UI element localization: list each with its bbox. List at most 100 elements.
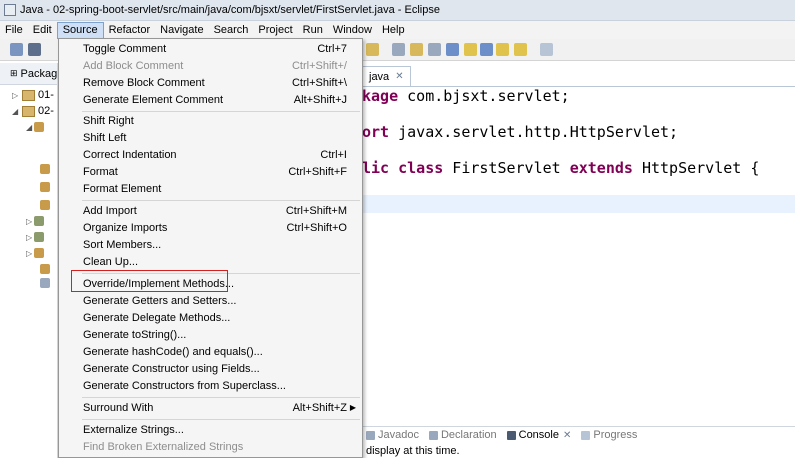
menu-item-generate-tostring[interactable]: Generate toString()... bbox=[60, 326, 361, 343]
package-explorer-tab[interactable]: ⊞ Packag bbox=[0, 63, 57, 85]
back-icon[interactable] bbox=[496, 43, 509, 56]
menu-item-organize-imports[interactable]: Organize Imports Ctrl+Shift+O bbox=[60, 219, 361, 236]
annotation-icon[interactable] bbox=[428, 43, 441, 56]
menu-item-label: Add Block Comment bbox=[83, 59, 184, 72]
menu-window[interactable]: Window bbox=[328, 22, 377, 39]
menu-item-label: Shift Left bbox=[83, 131, 127, 144]
close-icon[interactable]: ✕ bbox=[563, 430, 571, 441]
tree-item-folder[interactable]: ◢ bbox=[26, 119, 44, 135]
menu-run[interactable]: Run bbox=[298, 22, 328, 39]
progress-icon bbox=[581, 430, 591, 440]
menu-edit[interactable]: Edit bbox=[28, 22, 57, 39]
menu-file[interactable]: File bbox=[0, 22, 28, 39]
tree-item-package[interactable] bbox=[40, 197, 50, 213]
tree-item-project-01[interactable]: ▷ 01- bbox=[12, 87, 54, 103]
pin-icon[interactable] bbox=[540, 43, 553, 56]
menu-item-generate-delegate-methods[interactable]: Generate Delegate Methods... bbox=[60, 309, 361, 326]
menu-navigate[interactable]: Navigate bbox=[155, 22, 208, 39]
forward-icon[interactable] bbox=[514, 43, 527, 56]
menu-item-shortcut: Ctrl+Shift+F bbox=[288, 165, 347, 178]
menu-item-shift-left[interactable]: Shift Left bbox=[60, 129, 361, 146]
package-icon bbox=[40, 200, 50, 210]
package-explorer-label: Packag bbox=[20, 67, 57, 80]
toggle-mark-icon[interactable] bbox=[392, 43, 405, 56]
menu-project[interactable]: Project bbox=[253, 22, 297, 39]
menu-item-format[interactable]: Format Ctrl+Shift+F bbox=[60, 163, 361, 180]
tree-item-folder[interactable]: ▷ bbox=[26, 245, 44, 261]
tab-console[interactable]: Console ✕ bbox=[506, 429, 571, 441]
menu-source[interactable]: Source bbox=[56, 21, 104, 39]
menu-item-label: Correct Indentation bbox=[83, 148, 177, 161]
last-edit-icon[interactable] bbox=[480, 43, 493, 56]
menu-item-surround-with[interactable]: Surround With Alt+Shift+Z ▶ bbox=[60, 399, 361, 416]
tree-item-package[interactable] bbox=[40, 179, 50, 195]
menu-item-generate-element-comment[interactable]: Generate Element Comment Alt+Shift+J bbox=[60, 91, 361, 108]
menu-item-shift-right[interactable]: Shift Right bbox=[60, 112, 361, 129]
close-icon[interactable]: ✕ bbox=[395, 71, 403, 82]
menu-item-label: Generate toString()... bbox=[83, 328, 187, 341]
menu-item-generate-getters-setters[interactable]: Generate Getters and Setters... bbox=[60, 292, 361, 309]
editor-tab[interactable]: java ✕ bbox=[362, 66, 411, 86]
menu-item-generate-hashcode-equals[interactable]: Generate hashCode() and equals()... bbox=[60, 343, 361, 360]
menu-separator bbox=[82, 397, 360, 398]
menu-item-label: Generate Element Comment bbox=[83, 93, 224, 106]
menu-item-generate-constructors-superclass[interactable]: Generate Constructors from Superclass... bbox=[60, 377, 361, 394]
menu-item-label: Generate Getters and Setters... bbox=[83, 294, 237, 307]
new-icon[interactable] bbox=[10, 43, 23, 56]
tree-item-package[interactable] bbox=[40, 161, 50, 177]
code-keyword: kage bbox=[362, 87, 399, 105]
menu-separator bbox=[82, 200, 360, 201]
tree-item-library[interactable]: ▷ bbox=[26, 229, 44, 245]
expand-icon: ▷ bbox=[26, 216, 33, 226]
editor-area[interactable]: java ✕ kage com.bjsxt.servlet; ort javax… bbox=[362, 63, 795, 426]
menu-item-label: Remove Block Comment bbox=[83, 76, 205, 89]
editor-tab-label: java bbox=[369, 70, 390, 83]
tree-item-label: 02- bbox=[38, 105, 54, 117]
menu-item-shortcut: Alt+Shift+J bbox=[293, 93, 347, 106]
menu-item-label: Generate Delegate Methods... bbox=[83, 311, 231, 324]
menu-item-label: Surround With bbox=[83, 401, 154, 414]
menu-item-generate-constructor-fields[interactable]: Generate Constructor using Fields... bbox=[60, 360, 361, 377]
open-task-icon[interactable] bbox=[410, 43, 423, 56]
menu-item-clean-up[interactable]: Clean Up... bbox=[60, 253, 361, 270]
open-type-icon[interactable] bbox=[366, 43, 379, 56]
folder-icon bbox=[40, 264, 50, 274]
menu-item-label: Generate Constructors from Superclass... bbox=[83, 379, 286, 392]
tree-item-label: 01- bbox=[38, 89, 54, 101]
folder-icon bbox=[34, 248, 44, 258]
menu-item-add-import[interactable]: Add Import Ctrl+Shift+M bbox=[60, 202, 361, 219]
menu-item-label: Clean Up... bbox=[83, 255, 139, 268]
expand-icon: ▷ bbox=[12, 90, 19, 100]
menu-item-sort-members[interactable]: Sort Members... bbox=[60, 236, 361, 253]
tree-item-library[interactable]: ▷ bbox=[26, 213, 44, 229]
tree-item-file[interactable] bbox=[40, 275, 50, 291]
window-title: Java - 02-spring-boot-servlet/src/main/j… bbox=[20, 4, 440, 16]
menu-separator bbox=[82, 419, 360, 420]
tab-javadoc[interactable]: Javadoc bbox=[366, 429, 419, 441]
console-icon bbox=[506, 430, 516, 440]
menu-search[interactable]: Search bbox=[209, 22, 254, 39]
next-annotation-icon[interactable] bbox=[446, 43, 459, 56]
package-explorer: ⊞ Packag ▷ 01- ◢ 02- ◢ ▷ ▷ ▷ bbox=[0, 63, 58, 458]
package-explorer-icon: ⊞ bbox=[10, 68, 18, 78]
menu-item-externalize-strings[interactable]: Externalize Strings... bbox=[60, 421, 361, 438]
menu-item-remove-block-comment[interactable]: Remove Block Comment Ctrl+Shift+\ bbox=[60, 74, 361, 91]
menu-item-format-element[interactable]: Format Element bbox=[60, 180, 361, 197]
menu-item-toggle-comment[interactable]: Toggle Comment Ctrl+7 bbox=[60, 40, 361, 57]
prev-annotation-icon[interactable] bbox=[464, 43, 477, 56]
expand-icon: ▷ bbox=[26, 232, 33, 242]
declaration-icon bbox=[428, 430, 438, 440]
tab-label: Console bbox=[518, 429, 559, 441]
code-text: HttpServlet { bbox=[632, 159, 760, 177]
expand-icon: ▷ bbox=[26, 248, 33, 258]
menu-help[interactable]: Help bbox=[377, 22, 410, 39]
tree-item-project-02[interactable]: ◢ 02- bbox=[12, 103, 54, 119]
menu-refactor[interactable]: Refactor bbox=[104, 22, 156, 39]
save-icon[interactable] bbox=[28, 43, 41, 56]
tab-progress[interactable]: Progress bbox=[581, 429, 637, 441]
tab-declaration[interactable]: Declaration bbox=[428, 429, 497, 441]
code-text: com.bjsxt.servlet; bbox=[398, 87, 570, 105]
package-icon bbox=[40, 164, 50, 174]
menu-item-correct-indentation[interactable]: Correct Indentation Ctrl+I bbox=[60, 146, 361, 163]
bottom-views: Javadoc Declaration Console ✕ Progress d… bbox=[362, 426, 795, 458]
